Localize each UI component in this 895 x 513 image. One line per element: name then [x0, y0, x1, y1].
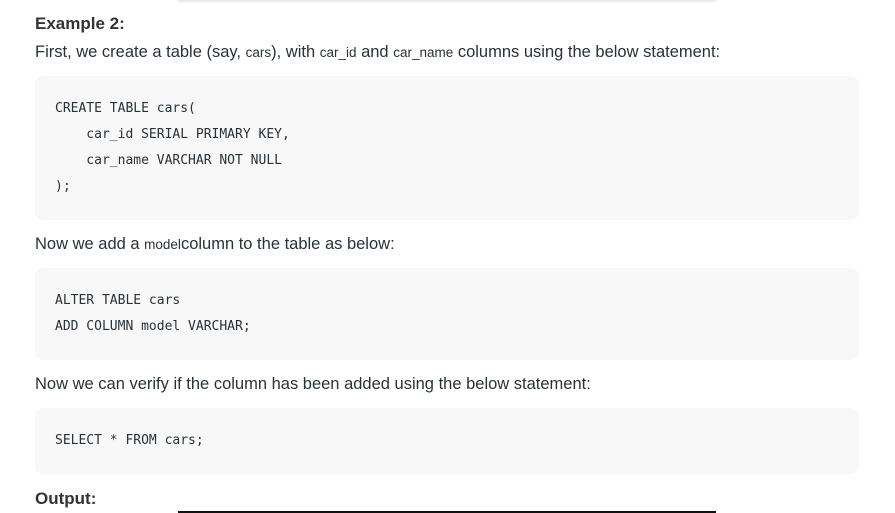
example-heading: Example 2: [35, 14, 125, 33]
code-line: ); [55, 179, 71, 194]
verify-paragraph: Now we can verify if the column has been… [35, 375, 591, 393]
code-block-alter[interactable]: ALTER TABLE cars ADD COLUMN model VARCHA… [35, 268, 859, 360]
alter-paragraph: Now we add a modelcolumn to the table as… [35, 235, 395, 254]
text: columns using the below statement: [453, 43, 721, 61]
text: ), with [271, 43, 320, 61]
inline-code: model [144, 237, 181, 252]
code-block-create[interactable]: CREATE TABLE cars( car_id SERIAL PRIMARY… [35, 76, 859, 220]
code-line: CREATE TABLE cars( [55, 101, 196, 116]
inline-code: cars [245, 45, 272, 60]
inline-code: car_id [319, 45, 357, 60]
code-line: car_name VARCHAR NOT NULL [55, 153, 282, 168]
code-line: ALTER TABLE cars [55, 293, 181, 308]
code-block-select[interactable]: SELECT * FROM cars; [35, 408, 859, 474]
code-line: car_id SERIAL PRIMARY KEY, [55, 127, 290, 142]
text: Now we add a [35, 235, 145, 253]
text: First, we create a table (say, [35, 43, 246, 61]
text: column to the table as below: [180, 235, 395, 253]
inline-code: car_name [393, 45, 454, 60]
code-line: ADD COLUMN model VARCHAR; [55, 319, 251, 334]
intro-paragraph: First, we create a table (say, cars), wi… [35, 43, 720, 62]
output-label: Output: [35, 489, 97, 508]
text: and [356, 43, 394, 61]
code-line: SELECT * FROM cars; [55, 433, 204, 448]
